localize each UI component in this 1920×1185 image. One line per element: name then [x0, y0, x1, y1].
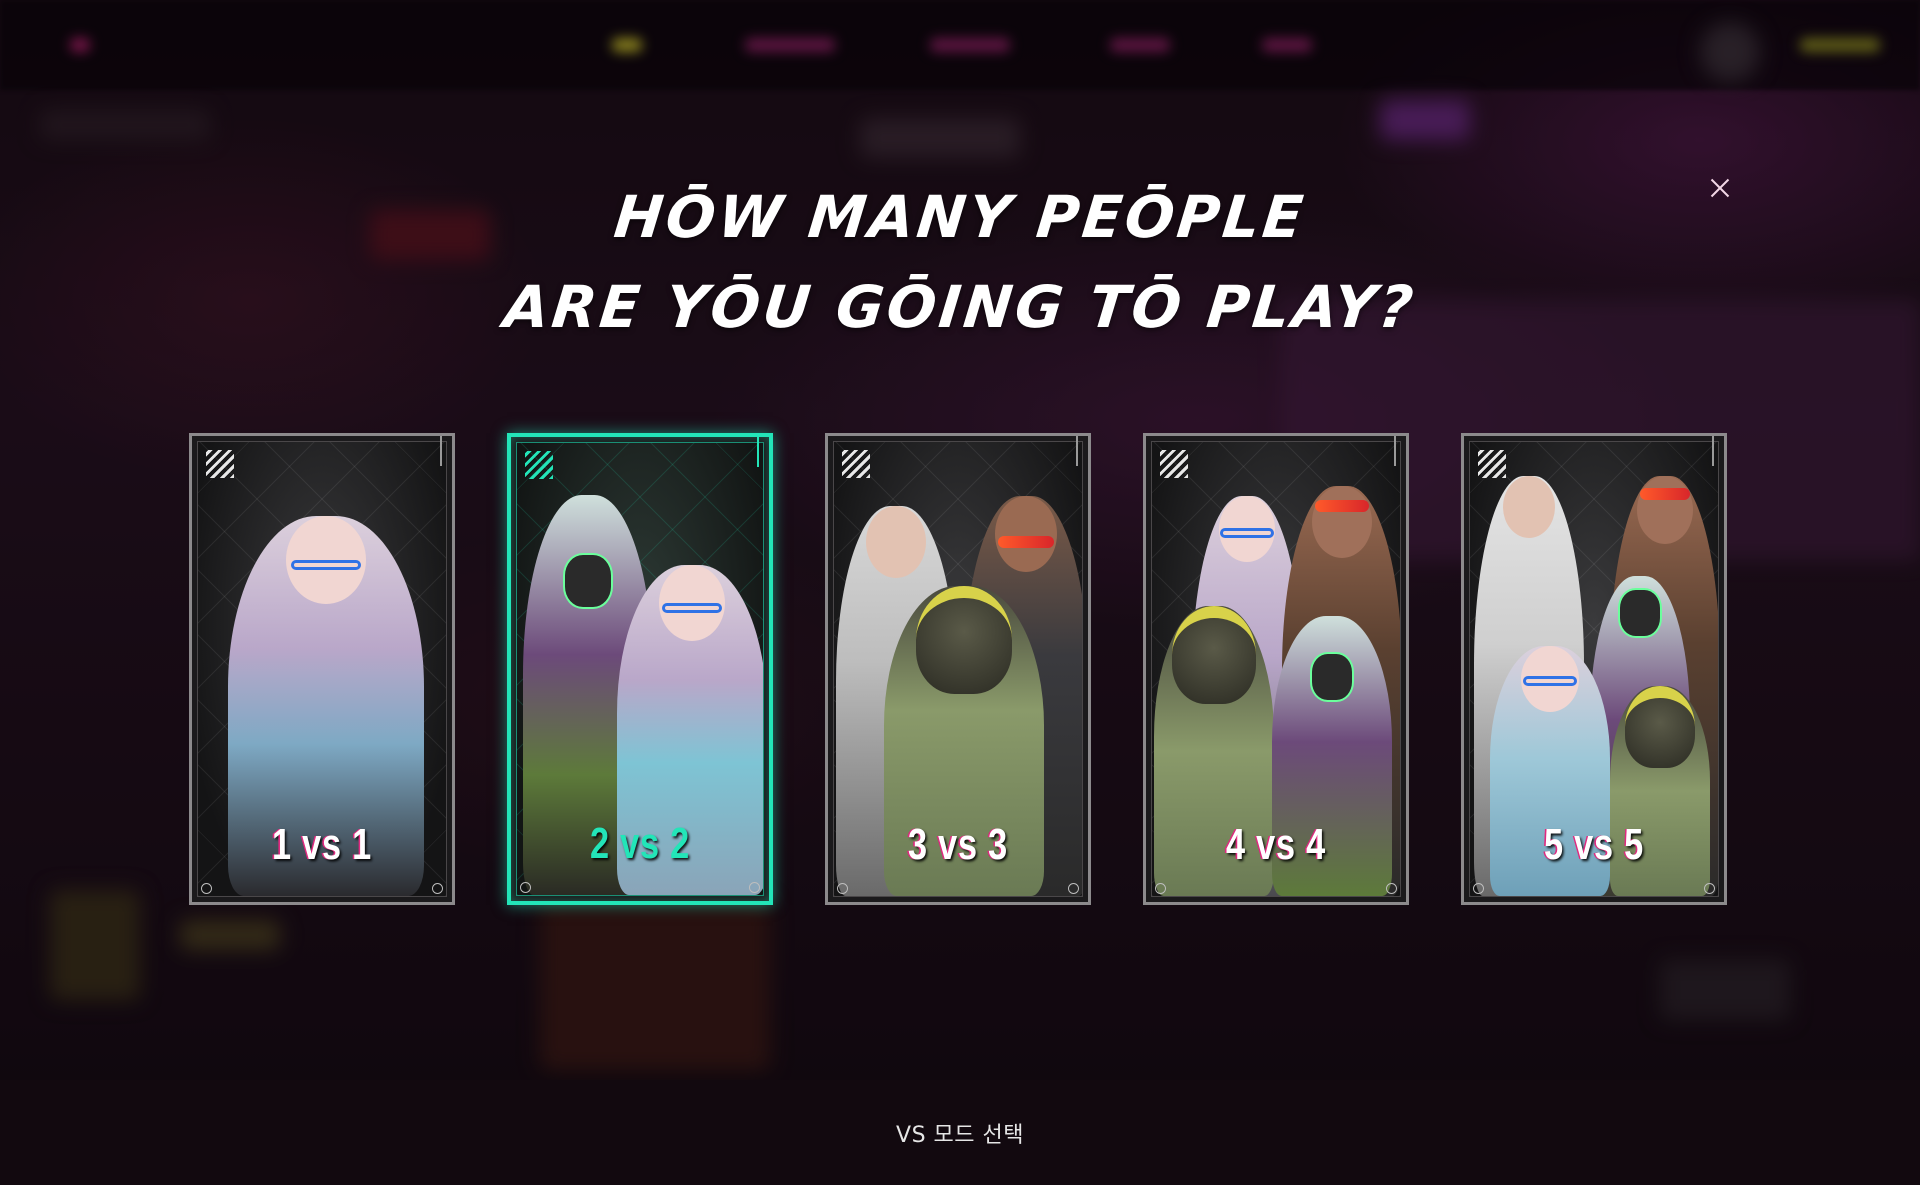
corner-rivet-icon: [837, 883, 848, 894]
character-head: [866, 506, 926, 578]
sunglasses: [662, 603, 722, 613]
close-icon[interactable]: [1706, 174, 1734, 202]
mode-card-5v5[interactable]: 5 vs 5: [1461, 433, 1727, 905]
diving-helmet: [916, 586, 1012, 694]
diving-helmet: [1172, 606, 1256, 704]
goggles: [998, 536, 1054, 548]
mode-label: 5 vs 5: [1543, 820, 1645, 869]
drip-decoration: [1058, 436, 1078, 466]
corner-rivet-icon: [1155, 883, 1166, 894]
mode-label: 4 vs 4: [1225, 820, 1327, 869]
corner-rivet-icon: [1068, 883, 1079, 894]
corner-rivet-icon: [1386, 883, 1397, 894]
corner-rivet-icon: [432, 883, 443, 894]
mode-label: 1 vs 1: [271, 820, 373, 869]
hatch-icon: [842, 450, 870, 478]
drip-decoration: [739, 437, 759, 467]
sunglasses: [1523, 676, 1577, 686]
mode-label: 3 vs 3: [907, 820, 1009, 869]
mode-card-4v4[interactable]: 4 vs 4: [1143, 433, 1409, 905]
diving-helmet: [1625, 686, 1695, 768]
gas-mask: [1618, 588, 1662, 638]
corner-rivet-icon: [1704, 883, 1715, 894]
drip-decoration: [422, 436, 442, 466]
character-head: [1503, 476, 1555, 538]
corner-rivet-icon: [749, 882, 760, 893]
character-head: [1637, 476, 1693, 544]
character-head: [1312, 486, 1372, 558]
mode-label: 2 vs 2: [589, 819, 691, 868]
corner-rivet-icon: [1473, 883, 1484, 894]
corner-rivet-icon: [201, 883, 212, 894]
corner-rivet-icon: [520, 882, 531, 893]
drip-decoration: [1376, 436, 1396, 466]
goggles: [1640, 488, 1690, 500]
sunglasses: [291, 560, 361, 570]
gas-mask: [1310, 652, 1354, 702]
hatch-icon: [1478, 450, 1506, 478]
character-head: [995, 496, 1057, 572]
mode-card-list: 1 vs 1 2 vs 2 3 vs 3 4 vs 4 5 vs 5: [189, 433, 1731, 907]
game-lobby-screen: HŌW MANY PEŌPLE ARE YŌU GŌING TŌ PLAY? 1…: [0, 0, 1920, 1185]
goggles: [1315, 500, 1369, 512]
hatch-icon: [206, 450, 234, 478]
dialog-title: HŌW MANY PEŌPLE ARE YŌU GŌING TŌ PLAY?: [0, 172, 1920, 352]
gas-mask: [563, 553, 613, 609]
footer-caption: VS 모드 선택: [896, 1123, 1024, 1148]
title-line-2: ARE YŌU GŌING TŌ PLAY?: [500, 273, 1420, 341]
hatch-icon: [1160, 450, 1188, 478]
drip-decoration: [1694, 436, 1714, 466]
title-line-1: HŌW MANY PEŌPLE: [610, 183, 1310, 251]
sunglasses: [1220, 528, 1274, 538]
hatch-icon: [525, 451, 553, 479]
mode-card-2v2[interactable]: 2 vs 2: [507, 433, 773, 905]
mode-card-1v1[interactable]: 1 vs 1: [189, 433, 455, 905]
mode-card-3v3[interactable]: 3 vs 3: [825, 433, 1091, 905]
